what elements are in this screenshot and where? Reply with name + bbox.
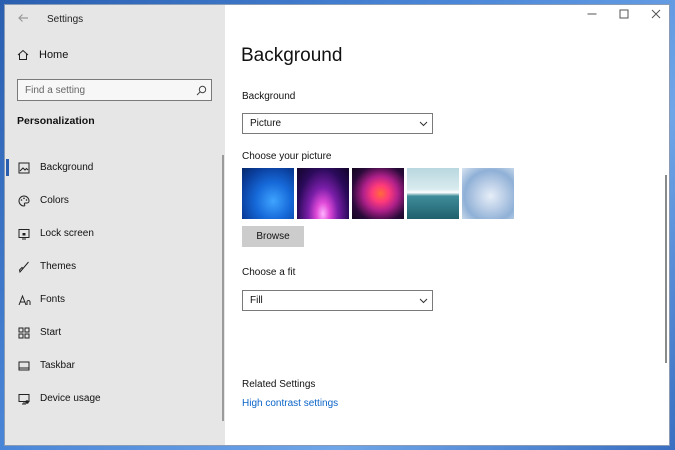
wallpaper-thumbnail[interactable] <box>352 168 404 219</box>
background-dropdown-value: Picture <box>250 118 282 129</box>
sidebar-item-device-usage[interactable]: Device usage <box>5 382 220 415</box>
window-controls <box>585 9 663 22</box>
brush-icon <box>17 260 31 274</box>
background-dropdown[interactable]: Picture <box>242 113 433 134</box>
background-label: Background <box>242 91 296 102</box>
sidebar-item-label: Colors <box>40 195 69 206</box>
sidebar-scrollbar[interactable] <box>222 155 224 421</box>
choose-fit-label: Choose a fit <box>242 267 296 278</box>
main-scrollbar[interactable] <box>665 175 667 363</box>
high-contrast-link[interactable]: High contrast settings <box>242 398 338 409</box>
chevron-down-icon <box>414 121 432 127</box>
related-settings-title: Related Settings <box>242 379 316 390</box>
sidebar: Settings Home Find a setting Personaliza… <box>5 5 225 445</box>
browse-button[interactable]: Browse <box>242 226 304 247</box>
sidebar-item-label: Device usage <box>40 393 101 404</box>
close-icon[interactable] <box>649 9 663 22</box>
home-link[interactable]: Home <box>17 49 68 61</box>
sidebar-item-label: Fonts <box>40 294 66 305</box>
search-placeholder: Find a setting <box>25 84 86 96</box>
window-title: Settings <box>47 13 84 25</box>
sidebar-item-label: Background <box>40 162 94 173</box>
device-usage-icon <box>17 392 31 406</box>
sidebar-nav: Background Colors Lock screen Themes Fon… <box>5 151 220 415</box>
wallpaper-thumbnail[interactable] <box>407 168 459 219</box>
search-icon[interactable] <box>191 85 211 96</box>
sidebar-item-fonts[interactable]: Fonts <box>5 283 220 316</box>
main-panel: Background Background Picture Choose you… <box>225 5 669 445</box>
back-arrow-icon[interactable] <box>17 11 33 27</box>
picture-icon <box>17 161 31 175</box>
fit-dropdown[interactable]: Fill <box>242 290 433 311</box>
wallpaper-thumbnail[interactable] <box>242 168 294 219</box>
sidebar-item-label: Taskbar <box>40 360 76 371</box>
wallpaper-thumbnail[interactable] <box>297 168 349 219</box>
choose-picture-label: Choose your picture <box>242 151 332 162</box>
sidebar-item-background[interactable]: Background <box>5 151 220 184</box>
section-title: Personalization <box>17 115 95 127</box>
sidebar-item-themes[interactable]: Themes <box>5 250 220 283</box>
settings-window: Settings Home Find a setting Personaliza… <box>4 4 670 446</box>
sidebar-item-start[interactable]: Start <box>5 316 220 349</box>
sidebar-item-lock-screen[interactable]: Lock screen <box>5 217 220 250</box>
sidebar-item-taskbar[interactable]: Taskbar <box>5 349 220 382</box>
font-icon <box>17 293 31 307</box>
palette-icon <box>17 194 31 208</box>
sidebar-item-colors[interactable]: Colors <box>5 184 220 217</box>
home-label: Home <box>39 49 69 61</box>
lock-screen-icon <box>17 227 31 241</box>
maximize-icon[interactable] <box>617 9 631 22</box>
chevron-down-icon <box>414 298 432 304</box>
start-icon <box>17 326 31 340</box>
taskbar-icon <box>17 359 31 373</box>
sidebar-item-label: Start <box>40 327 62 338</box>
wallpaper-thumbnail[interactable] <box>462 168 514 219</box>
minimize-icon[interactable] <box>585 9 599 22</box>
sidebar-item-label: Themes <box>40 261 77 272</box>
home-icon <box>17 49 29 60</box>
search-input[interactable]: Find a setting <box>17 79 212 101</box>
fit-dropdown-value: Fill <box>250 295 263 306</box>
page-title: Background <box>241 45 343 66</box>
picture-thumbnails <box>242 168 514 219</box>
sidebar-item-label: Lock screen <box>40 228 94 239</box>
title-bar: Settings <box>5 5 225 33</box>
